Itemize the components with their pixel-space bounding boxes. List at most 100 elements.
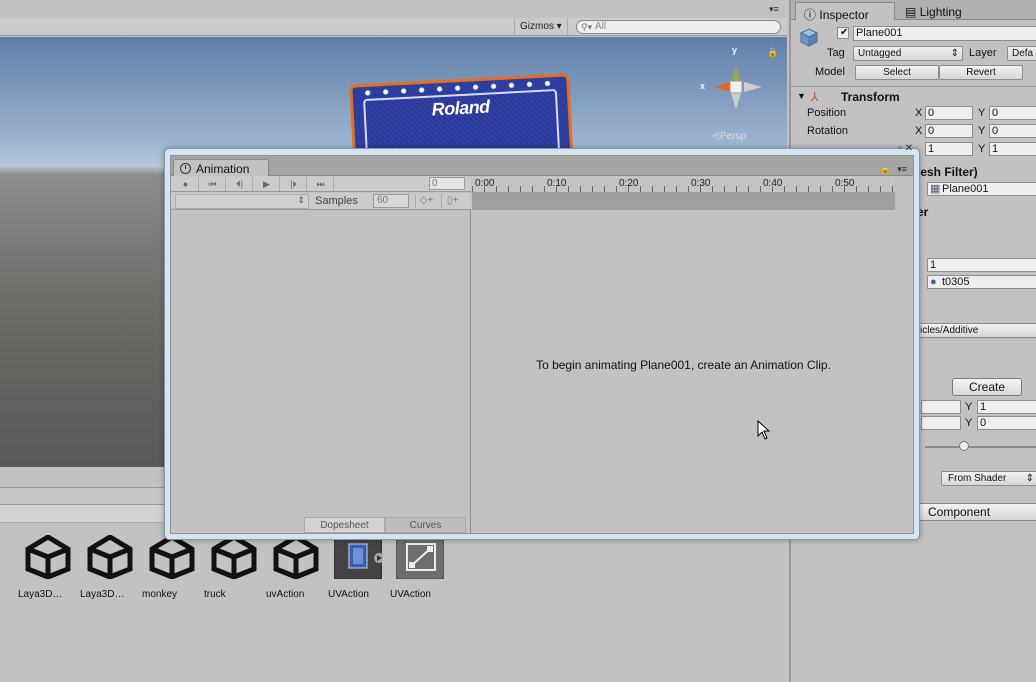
transform-icon: ⅄ <box>811 90 819 104</box>
event-lane[interactable] <box>472 193 895 210</box>
add-event-icon[interactable]: ▯+ <box>441 194 463 208</box>
material-field[interactable]: ● t0305 <box>927 275 1036 289</box>
asset-item[interactable]: UVAction <box>328 535 388 600</box>
offset-x-field[interactable] <box>921 416 961 430</box>
persp-label[interactable]: ⩤Persp <box>712 131 746 142</box>
active-checkbox[interactable]: ✔ <box>837 27 849 39</box>
unity-logo-icon <box>210 534 258 580</box>
asset-item[interactable]: monkey <box>142 534 202 600</box>
position-y-label: Y <box>978 107 986 119</box>
asset-item[interactable]: truck <box>204 534 264 600</box>
info-icon: ⓘ <box>804 8 817 22</box>
tab-animation[interactable]: Animation <box>173 159 269 177</box>
create-clip-button[interactable]: Create <box>952 378 1022 396</box>
animation-clip-icon <box>334 535 384 579</box>
object-name-field[interactable]: Plane001 <box>853 26 1036 41</box>
close-icon[interactable]: ✕ <box>905 143 913 154</box>
mouse-cursor-icon <box>757 420 771 440</box>
lock-icon[interactable]: 🔒 <box>767 47 778 58</box>
tab-lighting[interactable]: ▤ Lighting <box>897 2 970 20</box>
offset-y-label: Y <box>965 417 973 429</box>
menu-icon[interactable]: ▾≡ <box>897 164 907 175</box>
scene-toolbar: Gizmos ▾ ⚲▾ All <box>0 18 787 36</box>
view-mode-tabs: Dopesheet Curves <box>304 517 466 533</box>
rotation-y-field[interactable]: 0 <box>989 124 1036 138</box>
tab-lighting-label: Lighting <box>919 5 962 19</box>
material-icon: ● <box>930 276 937 288</box>
unity-logo-icon <box>86 534 134 580</box>
clip-dropdown[interactable]: ⇕ <box>175 194 309 209</box>
next-key-button[interactable]: |⏵ <box>281 177 307 191</box>
add-keyframe-icon[interactable]: ◇+ <box>415 194 437 208</box>
asset-label: UVAction <box>328 589 369 600</box>
gizmos-label: Gizmos <box>520 21 554 32</box>
first-key-button[interactable]: ⏮ <box>200 177 226 191</box>
prev-key-button[interactable]: ⏴| <box>227 177 253 191</box>
scale-y-field[interactable]: 1 <box>989 142 1036 156</box>
tab-curves[interactable]: Curves <box>385 517 466 533</box>
from-shader-dropdown[interactable]: From Shader ⇕ <box>941 471 1036 486</box>
samples-field[interactable]: 60 <box>373 194 409 208</box>
animation-panel: Animation 🔒 ▾≡ ● ⏮ ⏴| ▶ |⏵ ⏭ 0 ⇕ Samples <box>170 155 1022 534</box>
unity-editor: ▾≡ Gizmos ▾ ⚲▾ All Roland y x 🔒 ⩤Persp L… <box>0 0 1036 682</box>
top-bar: ▾≡ <box>0 0 787 18</box>
gizmos-dropdown[interactable]: Gizmos ▾ <box>514 19 568 35</box>
slider-thumb[interactable] <box>959 441 969 451</box>
animation-tabbar: Animation 🔒 ▾≡ <box>171 156 913 177</box>
scene-search-input[interactable]: ⚲▾ All <box>576 20 781 34</box>
layer-dropdown[interactable]: Defa <box>1007 46 1036 61</box>
materials-size-field[interactable]: 1 <box>927 258 1036 272</box>
position-y-field[interactable]: 0 <box>989 106 1036 120</box>
select-button[interactable]: Select <box>855 65 939 80</box>
play-button[interactable]: ▶ <box>254 177 280 191</box>
asset-item[interactable]: UVAction <box>390 535 450 600</box>
divider <box>791 86 1036 87</box>
offset-y-field[interactable]: 0 <box>977 416 1036 430</box>
tag-label: Tag <box>827 47 845 59</box>
unity-logo-icon <box>24 534 72 580</box>
foldout-icon[interactable]: ▼ <box>797 91 806 101</box>
slider-track[interactable] <box>925 446 1036 448</box>
shader-dropdown[interactable]: icles/Additive <box>917 323 1036 338</box>
timeline-ruler[interactable]: 0:00 0:10 0:20 0:30 0:40 0:50 <box>472 176 895 193</box>
clock-icon <box>180 163 191 174</box>
asset-label: Laya3D… <box>18 589 63 600</box>
position-x-field[interactable]: 0 <box>925 106 973 120</box>
revert-button[interactable]: Revert <box>939 65 1023 80</box>
animation-timeline-pane: 0:00 0:10 0:20 0:30 0:40 0:50 To begin animat… <box>472 176 1022 533</box>
asset-item[interactable]: uvAction <box>266 534 326 600</box>
tag-value: Untagged <box>858 48 902 59</box>
mesh-field[interactable]: ▦ Plane001 <box>927 182 1036 196</box>
model-label: Model <box>815 66 845 78</box>
mesh-value: Plane001 <box>942 183 989 195</box>
mesh-filter-title: lesh Filter) <box>917 165 978 179</box>
asset-item[interactable]: Laya3D… <box>80 534 140 600</box>
search-icon: ⚲▾ <box>581 22 593 32</box>
rotation-label: Rotation <box>807 125 848 137</box>
tag-dropdown[interactable]: Untagged ⇕ <box>853 46 963 61</box>
tab-dopesheet[interactable]: Dopesheet <box>304 517 385 533</box>
window-controls: ▫ ✕ <box>898 143 913 154</box>
lock-icon[interactable]: 🔒 <box>880 164 891 175</box>
transform-title: Transform <box>841 90 900 104</box>
rotation-x-field[interactable]: 0 <box>925 124 973 138</box>
menu-icon[interactable]: ▾≡ <box>769 4 779 15</box>
add-component-button[interactable]: Component <box>917 503 1036 521</box>
tab-inspector[interactable]: ⓘ Inspector <box>795 2 895 22</box>
inspector-tabs: ⓘ Inspector ▤ Lighting <box>791 0 1036 22</box>
orientation-gizmo[interactable]: y x 🔒 ⩤Persp <box>700 45 778 142</box>
last-key-button[interactable]: ⏭ <box>308 177 334 191</box>
ruler-ticks <box>472 186 895 192</box>
asset-label: monkey <box>142 589 178 600</box>
tiling-x-field[interactable] <box>921 400 961 414</box>
asset-label: Laya3D… <box>80 589 125 600</box>
tiling-y-field[interactable]: 1 <box>977 400 1036 414</box>
frame-field[interactable]: 0 <box>429 177 465 190</box>
record-button[interactable]: ● <box>173 177 199 191</box>
dropdown-arrow-icon: ⇕ <box>297 195 305 205</box>
scale-x-field[interactable]: 1 <box>925 142 973 156</box>
asset-item[interactable]: Laya3D… <box>18 534 78 600</box>
tab-animation-label: Animation <box>196 162 250 176</box>
dropdown-arrow-icon: ⇕ <box>1025 473 1034 484</box>
maximize-icon[interactable]: ▫ <box>898 143 902 154</box>
